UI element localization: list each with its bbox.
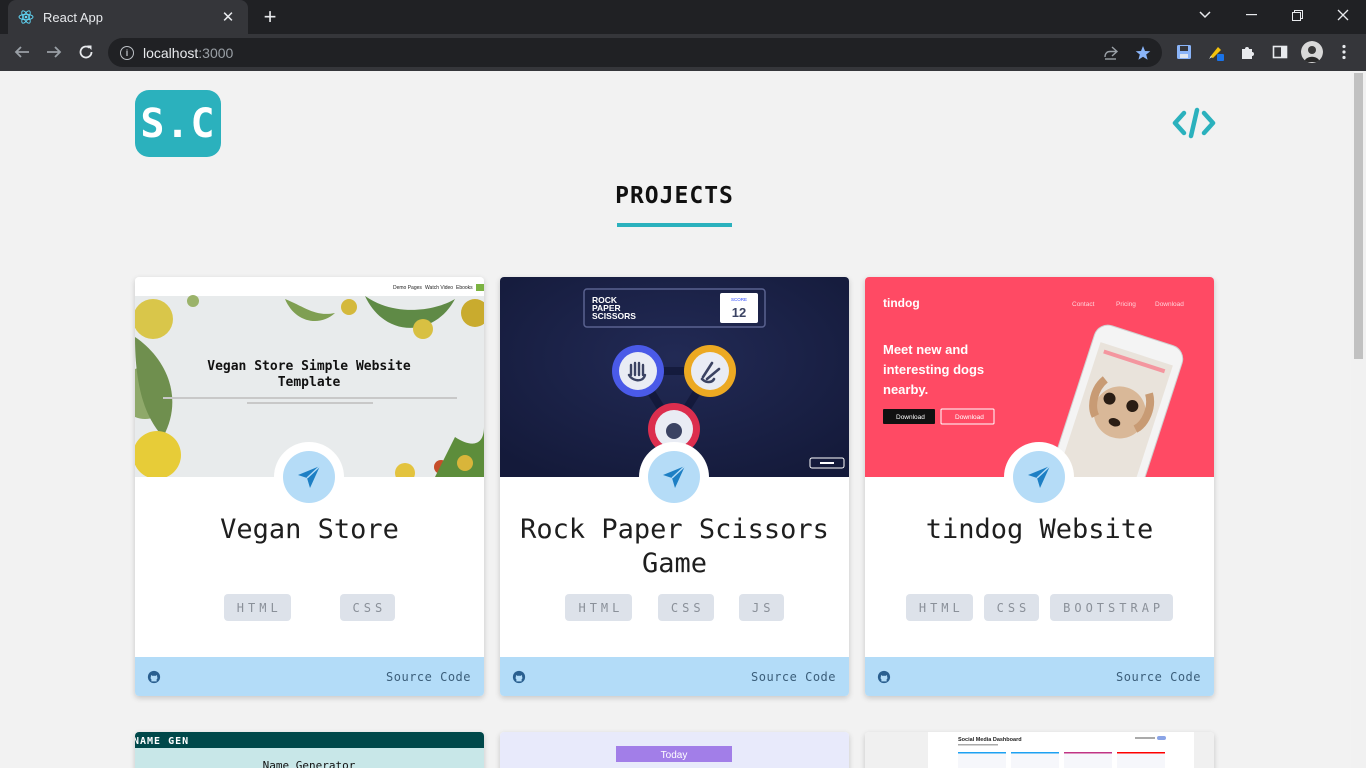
preview-nav-pricing: Pricing [1116, 301, 1136, 308]
project-title: tindog Website [925, 514, 1154, 545]
tag-js: JS [739, 594, 784, 621]
svg-text:nearby.: nearby. [883, 382, 928, 397]
url-host: localhost [143, 44, 199, 61]
tag-css: CSS [983, 594, 1040, 621]
github-icon[interactable] [512, 670, 526, 684]
side-panel-icon[interactable] [1270, 42, 1290, 62]
tag-html: HTML [565, 594, 633, 621]
page-scrollbar[interactable] [1351, 71, 1366, 768]
page-viewport: S.C PROJECTS Demo Pages Watch Video Eboo… [0, 71, 1366, 768]
back-button[interactable] [8, 38, 36, 66]
source-code-link[interactable]: Source Code [386, 670, 471, 684]
save-extension-icon[interactable] [1174, 42, 1194, 62]
preview-logo-scissors: SCISSORS [592, 311, 636, 321]
preview-btn-a: Download [896, 414, 925, 421]
browser-toolbar: i localhost:3000 [0, 34, 1366, 71]
live-demo-button[interactable] [274, 442, 344, 512]
source-code-link[interactable]: Source Code [751, 670, 836, 684]
preview-score-label: SCORE [731, 297, 747, 302]
project-card-rock-paper-scissors: ROCK PAPER SCISSORS SCORE 12 Rock Paper … [500, 277, 849, 696]
url-port: :3000 [198, 44, 234, 61]
project-title: Rock Paper Scissors Game [520, 514, 829, 579]
tag-html: HTML [223, 594, 291, 621]
preview-namegen-subtitle: Name Generator [263, 759, 356, 768]
live-demo-button[interactable] [639, 442, 709, 512]
browser-tab[interactable]: React App ✕ [8, 0, 248, 34]
new-tab-button[interactable]: + [258, 4, 282, 29]
project-card-tindog: tindog Contact Pricing Download Meet new… [865, 277, 1214, 696]
preview-btn-b: Download [955, 414, 984, 421]
site-info-icon[interactable]: i [120, 45, 134, 60]
preview-heading: Vegan Store Simple Website [207, 359, 411, 374]
project-card-social-dashboard[interactable]: Social Media Dashboard [865, 732, 1214, 768]
tech-tags: HTML CSS [135, 594, 484, 621]
color-picker-extension-icon[interactable] [1206, 42, 1226, 62]
github-icon[interactable] [877, 670, 891, 684]
project-title: Vegan Store [220, 514, 399, 545]
preview-headline: Meet new and [883, 342, 968, 357]
extensions-puzzle-icon[interactable] [1238, 42, 1258, 62]
tag-html: HTML [905, 594, 973, 621]
tech-tags: HTML CSS JS [500, 594, 849, 621]
send-icon [298, 465, 321, 488]
send-icon [1028, 465, 1051, 488]
close-tab-icon[interactable]: ✕ [218, 7, 238, 27]
projects-title: PROJECTS [615, 183, 734, 209]
reload-button[interactable] [72, 38, 100, 66]
preview-nav-download: Download [1155, 301, 1184, 308]
svg-text:interesting dogs: interesting dogs [883, 362, 984, 377]
preview-brand: tindog [883, 296, 920, 310]
svg-text:Template: Template [278, 375, 341, 390]
source-code-link[interactable]: Source Code [1116, 670, 1201, 684]
project-card-todo[interactable]: Today [500, 732, 849, 768]
tag-bootstrap: BOOTSTRAP [1050, 594, 1174, 621]
project-card-name-generator[interactable]: NAME GEN Name Generator [135, 732, 484, 768]
send-icon [663, 465, 686, 488]
restore-button[interactable] [1274, 0, 1320, 30]
card-footer: Source Code [865, 657, 1214, 696]
card-footer: Source Code [135, 657, 484, 696]
browser-tab-bar: React App ✕ + [0, 0, 1366, 34]
preview-namegen-header: NAME GEN [135, 736, 189, 747]
github-icon[interactable] [147, 670, 161, 684]
close-window-button[interactable] [1320, 0, 1366, 30]
bookmark-star-icon[interactable] [1135, 45, 1151, 61]
preview-todo-pill: Today [661, 750, 688, 761]
scrollbar-thumb[interactable] [1354, 73, 1363, 359]
tab-title: React App [43, 9, 103, 25]
title-underline [617, 223, 732, 227]
tab-search-chevron-icon[interactable] [1182, 0, 1228, 30]
tag-css: CSS [657, 594, 714, 621]
preview-score-value: 12 [732, 305, 746, 320]
preview-nav-ebooks: Ebooks [456, 285, 473, 291]
preview-nav-video: Watch Video [425, 285, 453, 291]
card-footer: Source Code [500, 657, 849, 696]
project-card-vegan-store: Demo Pages Watch Video Ebooks Vegan Stor… [135, 277, 484, 696]
tech-tags: HTML CSS BOOTSTRAP [865, 594, 1214, 621]
share-icon[interactable] [1103, 45, 1119, 61]
react-favicon-icon [18, 9, 34, 25]
forward-button[interactable] [40, 38, 68, 66]
address-bar[interactable]: i localhost:3000 [108, 38, 1162, 67]
live-demo-button[interactable] [1004, 442, 1074, 512]
preview-nav-demo: Demo Pages [393, 285, 422, 291]
profile-avatar[interactable] [1301, 41, 1323, 63]
site-logo[interactable]: S.C [135, 90, 221, 157]
tag-css: CSS [339, 594, 396, 621]
preview-dashboard-heading: Social Media Dashboard [958, 737, 1022, 743]
menu-kebab-icon[interactable] [1334, 42, 1354, 62]
preview-nav-contact: Contact [1072, 301, 1095, 308]
minimize-button[interactable] [1228, 0, 1274, 30]
code-icon[interactable] [1172, 107, 1216, 139]
